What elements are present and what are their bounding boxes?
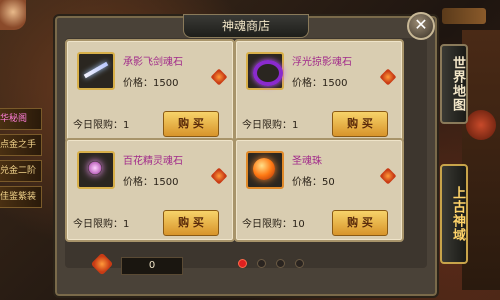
soul-gem-icon [379,167,397,185]
left-menu-item[interactable]: 华秘阁 [0,108,42,130]
item-icon-slot[interactable] [246,151,284,189]
player-avatar[interactable] [0,0,26,30]
shop-item-card: 百花精灵魂石 价格：1500 今日限购：1 购 买 [65,138,235,242]
shop-item-card: 浮光掠影魂石 价格：1500 今日限购：1 购 买 [234,39,404,143]
page-dot[interactable] [295,259,304,268]
item-name: 承影飞剑魂石 [123,57,183,68]
item-icon-slot[interactable] [77,52,115,90]
item-daily-limit: 今日限购：1 [73,120,130,131]
buy-button[interactable]: 购 买 [163,210,219,236]
buy-button[interactable]: 购 买 [163,111,219,137]
page-dot[interactable] [276,259,285,268]
tab-ancient-domain[interactable]: 上古神域 [440,164,468,264]
ring-icon [253,60,283,86]
item-price: 价格：1500 [292,78,348,89]
page-dot[interactable] [257,259,266,268]
shop-item-card: 圣魂珠 价格：50 今日限购：10 购 买 [234,138,404,242]
item-name: 浮光掠影魂石 [292,57,352,68]
item-name: 圣魂珠 [292,156,322,167]
item-icon-slot[interactable] [246,52,284,90]
orb-icon [253,158,275,180]
left-menu: 华秘阁 点金之手 兑金二阶 佳鉴紫装 [0,108,42,212]
left-menu-item[interactable]: 佳鉴紫装 [0,186,42,208]
page-indicator [238,259,304,268]
soul-gem-icon [210,167,228,185]
sword-icon [83,61,109,79]
item-price: 价格：50 [292,177,335,188]
tab-world-map[interactable]: 世界地图 [440,44,468,124]
item-daily-limit: 今日限购：1 [242,120,299,131]
fairy-icon [88,161,102,175]
left-menu-item[interactable]: 点金之手 [0,134,42,156]
shop-item-card: 承影飞剑魂石 价格：1500 今日限购：1 购 买 [65,39,235,143]
left-menu-item[interactable]: 兑金二阶 [0,160,42,182]
soul-gem-icon [210,68,228,86]
buy-button[interactable]: 购 买 [332,111,388,137]
item-price: 价格：1500 [123,177,179,188]
buy-button[interactable]: 购 买 [332,210,388,236]
item-icon-slot[interactable] [77,151,115,189]
item-name: 百花精灵魂石 [123,156,183,167]
close-button[interactable]: ✕ [407,12,435,40]
top-status-icons [442,8,486,24]
currency-amount: 0 [121,257,183,275]
item-price: 价格：1500 [123,78,179,89]
soul-gem-icon [379,68,397,86]
shop-title: 神魂商店 [183,14,309,38]
page-dot-active[interactable] [238,259,247,268]
item-daily-limit: 今日限购：10 [242,219,305,230]
item-daily-limit: 今日限购：1 [73,219,130,230]
